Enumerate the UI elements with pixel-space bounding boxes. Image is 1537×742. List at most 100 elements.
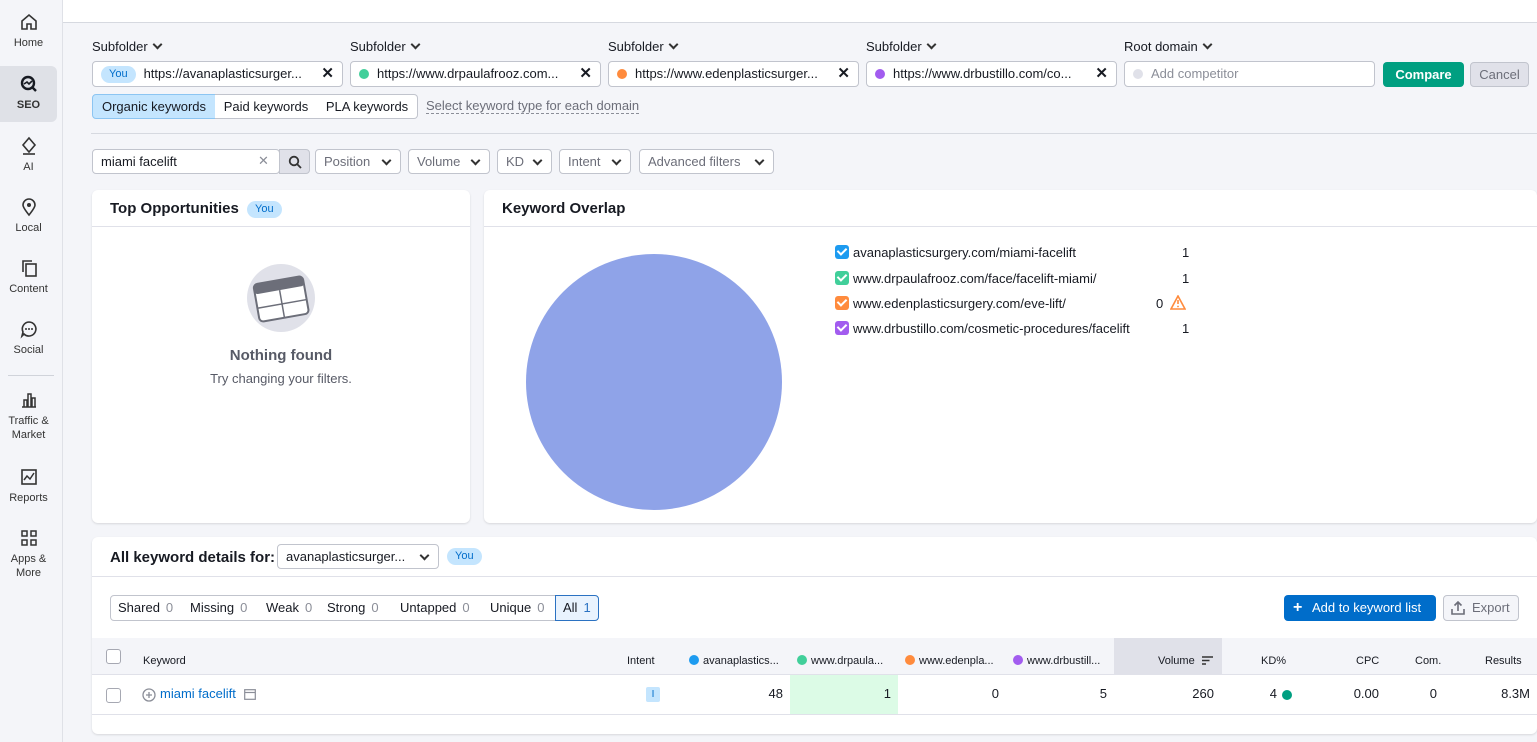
search-input[interactable]: miami facelift ✕ (92, 149, 310, 174)
close-icon[interactable]: ✕ (1095, 62, 1108, 86)
advanced-filters[interactable]: Advanced filters (639, 149, 774, 174)
domain-type-select-1[interactable]: Subfolder (92, 39, 163, 54)
domain-type-label: Subfolder (350, 39, 406, 54)
search-icon (288, 155, 302, 169)
tab-organic-keywords[interactable]: Organic keywords (92, 94, 216, 119)
sidebar-item-apps[interactable]: Apps & More (0, 528, 57, 580)
color-dot (797, 655, 807, 665)
top-bar (63, 0, 1537, 23)
divider (92, 576, 1537, 577)
checkbox-checked[interactable] (835, 271, 849, 285)
empty-title: Nothing found (229, 347, 333, 364)
legend-item[interactable]: avanaplasticsurgery.com/miami-facelift 1 (835, 245, 1189, 260)
domain-type-select-2[interactable]: Subfolder (350, 39, 421, 54)
segment-shared[interactable]: Shared 0 (110, 595, 184, 621)
select-all-checkbox[interactable] (106, 649, 121, 664)
sidebar-item-label: Content (9, 283, 48, 295)
legend-value: 1 (1182, 271, 1190, 286)
domain-select[interactable]: avanaplasticsurger... (277, 544, 439, 569)
chevron-down-icon (410, 39, 421, 50)
add-competitor-input[interactable]: Add competitor (1124, 61, 1375, 87)
search-button[interactable] (279, 149, 310, 174)
divider (484, 226, 1537, 227)
legend-item[interactable]: www.drbustillo.com/cosmetic-procedures/f… (835, 321, 1189, 336)
segment-untapped[interactable]: Untapped 0 (393, 595, 484, 621)
domain-input-4[interactable]: https://www.drbustillo.com/co... ✕ (866, 61, 1117, 87)
row-checkbox[interactable] (106, 688, 121, 703)
column-header-results[interactable]: Results (1485, 655, 1522, 667)
expand-plus-icon[interactable] (142, 688, 156, 702)
domain-input-1[interactable]: You https://avanaplasticsurger... ✕ (92, 61, 343, 87)
sidebar-item-seo[interactable]: SEO (0, 66, 57, 122)
keyword-link[interactable]: miami facelift (160, 686, 236, 701)
column-header-com[interactable]: Com. (1415, 655, 1441, 667)
domain-input-3[interactable]: https://www.edenplasticsurger... ✕ (608, 61, 859, 87)
segment-unique[interactable]: Unique 0 (483, 595, 556, 621)
checkbox-checked[interactable] (835, 245, 849, 259)
column-header-volume[interactable]: Volume (1158, 655, 1213, 667)
warning-icon[interactable] (1170, 295, 1186, 310)
sidebar-item-social[interactable]: Social (0, 319, 57, 357)
column-header-domain-1[interactable]: avanaplastics... (689, 655, 779, 667)
segment-strong[interactable]: Strong 0 (320, 595, 394, 621)
close-icon[interactable]: ✕ (321, 62, 334, 86)
divider (92, 226, 470, 227)
intent-badge[interactable]: I (646, 687, 660, 702)
domain-3-position: 0 (991, 686, 999, 701)
tab-paid-keywords[interactable]: Paid keywords (215, 94, 318, 119)
legend-item[interactable]: www.drpaulafrooz.com/face/facelift-miami… (835, 271, 1189, 286)
tab-pla-keywords[interactable]: PLA keywords (317, 94, 418, 119)
sidebar-item-ai[interactable]: AI (0, 136, 57, 174)
sidebar-item-content[interactable]: Content (0, 258, 57, 296)
filter-label: Volume (417, 154, 461, 169)
column-header-domain-3[interactable]: www.edenpla... (905, 655, 994, 667)
volume-filter[interactable]: Volume (408, 149, 490, 174)
cpc-value: 0.00 (1353, 686, 1379, 701)
intent-filter[interactable]: Intent (559, 149, 631, 174)
column-header-kd[interactable]: KD% (1261, 655, 1286, 667)
clear-icon[interactable]: ✕ (258, 153, 269, 169)
sidebar-item-reports[interactable]: Reports (0, 467, 57, 505)
domain-url: https://www.edenplasticsurger... (635, 66, 818, 81)
empty-subtitle: Try changing your filters. (210, 371, 352, 386)
checkbox-checked[interactable] (835, 321, 849, 335)
close-icon[interactable]: ✕ (837, 62, 850, 86)
cancel-button[interactable]: Cancel (1470, 62, 1529, 87)
column-header-domain-2[interactable]: www.drpaula... (797, 655, 883, 667)
compare-button[interactable]: Compare (1383, 62, 1464, 87)
column-header-keyword[interactable]: Keyword (143, 655, 186, 667)
sidebar-item-home[interactable]: Home (0, 12, 57, 50)
export-button[interactable]: Export (1443, 595, 1519, 621)
you-badge: You (101, 66, 136, 83)
add-to-keyword-list-button[interactable]: + Add to keyword list (1284, 595, 1436, 621)
export-icon (1451, 601, 1465, 615)
segment-missing[interactable]: Missing 0 (183, 595, 260, 621)
sidebar-divider (8, 375, 54, 376)
column-header-domain-4[interactable]: www.drbustill... (1013, 655, 1100, 667)
sidebar-item-local[interactable]: Local (0, 197, 57, 235)
segment-weak[interactable]: Weak 0 (259, 595, 321, 621)
legend-item[interactable]: www.edenplasticsurgery.com/eve-lift/ 0 (835, 295, 1186, 311)
domain-type-select-3[interactable]: Subfolder (608, 39, 679, 54)
column-header-cpc[interactable]: CPC (1356, 655, 1379, 667)
serp-features-icon[interactable] (244, 689, 256, 700)
domain-type-select-4[interactable]: Subfolder (866, 39, 937, 54)
domain-type-select-5[interactable]: Root domain (1124, 39, 1213, 54)
select-keyword-type-link[interactable]: Select keyword type for each domain (426, 99, 640, 114)
card-title: Keyword Overlap (502, 200, 626, 217)
column-header-intent[interactable]: Intent (627, 655, 655, 667)
chevron-down-icon (152, 39, 163, 50)
kd-filter[interactable]: KD (497, 149, 552, 174)
results-value: 8.3M (1501, 686, 1530, 701)
domain-2-position: 1 (883, 686, 891, 701)
sidebar-item-traffic-market[interactable]: Traffic & Market (0, 390, 57, 442)
plus-icon: + (1293, 599, 1303, 616)
close-icon[interactable]: ✕ (579, 62, 592, 86)
domain-input-2[interactable]: https://www.drpaulafrooz.com... ✕ (350, 61, 601, 87)
location-pin-icon (21, 198, 36, 217)
details-title: All keyword details for: (110, 549, 276, 566)
position-filter[interactable]: Position (315, 149, 401, 174)
segment-all[interactable]: All 1 (555, 595, 599, 621)
checkbox-checked[interactable] (835, 296, 849, 310)
color-dot (359, 69, 369, 79)
